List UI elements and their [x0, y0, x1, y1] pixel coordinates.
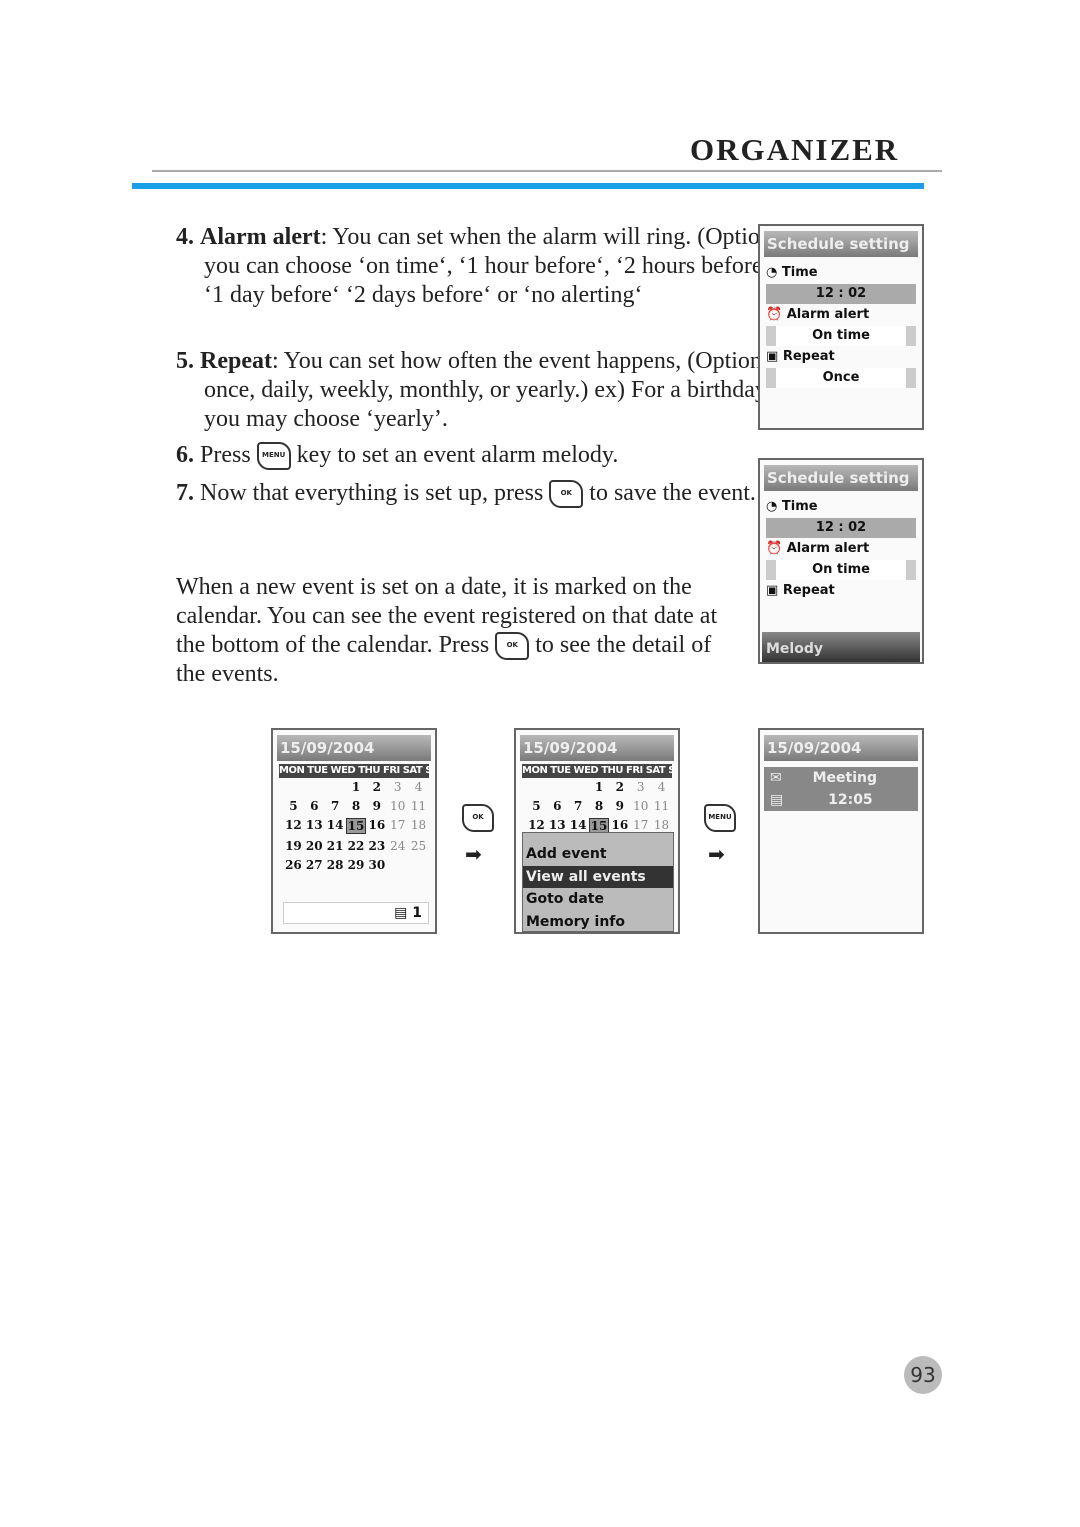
calendar-day[interactable]: 6: [304, 799, 325, 813]
empty-day: [547, 780, 568, 794]
calendar-day[interactable]: 19: [283, 839, 304, 853]
menu-item-memory-info[interactable]: Memory info: [523, 911, 673, 933]
schedule-setting-screen: Schedule setting ◔ Time 12 : 02 ⏰ Alarm …: [758, 224, 924, 430]
repeat-label: ▣ Repeat: [766, 349, 835, 364]
calendar-day[interactable]: 2: [609, 780, 630, 794]
calendar-day[interactable]: 16: [366, 818, 387, 834]
calendar-day[interactable]: 17: [387, 818, 408, 834]
time-label: ◔ Time: [766, 499, 818, 514]
schedule-setting-screen-melody: Schedule setting ◔ Time 12 : 02 ⏰ Alarm …: [758, 458, 924, 664]
melody-option[interactable]: Melody: [762, 632, 920, 662]
calendar-day[interactable]: 15: [345, 818, 367, 834]
alarm-label: ⏰ Alarm alert: [766, 541, 870, 556]
calendar-day[interactable]: 8: [346, 799, 367, 813]
calendar-screen: 15/09/2004 MON TUE WED THU FRI SAT SUN 1…: [271, 728, 437, 934]
weekday-header: MON TUE WED THU FRI SAT SUN: [279, 764, 429, 778]
calendar-day[interactable]: 6: [547, 799, 568, 813]
step-6: 6. Press MENU key to set an event alarm …: [176, 441, 784, 471]
empty-day: [304, 780, 325, 794]
calendar-day[interactable]: 5: [283, 799, 304, 813]
ok-key-icon: OK: [549, 480, 584, 509]
calendar-day[interactable]: 1: [589, 780, 610, 794]
arrow-right-icon: ➡: [708, 842, 725, 866]
screen-title: Schedule setting: [764, 231, 918, 257]
event-list-screen: 15/09/2004 ✉ Meeting ▤ 12:05: [758, 728, 924, 934]
calendar-day[interactable]: 10: [630, 799, 651, 813]
calendar-day[interactable]: 7: [325, 799, 346, 813]
calendar-day[interactable]: 29: [346, 858, 367, 872]
calendar-day[interactable]: 8: [589, 799, 610, 813]
calendar-day[interactable]: 10: [387, 799, 408, 813]
calendar-day[interactable]: 21: [325, 839, 346, 853]
calendar-day[interactable]: 27: [304, 858, 325, 872]
empty-day: [526, 780, 547, 794]
screen-title: Schedule setting: [764, 465, 918, 491]
calendar-day[interactable]: 9: [366, 799, 387, 813]
calendar-day[interactable]: 14: [325, 818, 346, 834]
calendar-day[interactable]: 7: [568, 799, 589, 813]
alarm-selector[interactable]: On time: [766, 560, 916, 580]
calendar-day[interactable]: 5: [526, 799, 547, 813]
accent-bar: [132, 183, 924, 189]
calendar-grid: 1234567891011121314151617181920212223242…: [283, 780, 429, 872]
empty-day: [568, 780, 589, 794]
repeat-selector[interactable]: Once: [766, 368, 916, 388]
step-7: 7. Now that everything is set up, press …: [176, 479, 764, 509]
event-item[interactable]: ✉ Meeting ▤ 12:05: [764, 767, 918, 811]
calendar-day[interactable]: 23: [366, 839, 387, 853]
alarm-label: ⏰ Alarm alert: [766, 307, 870, 322]
calendar-paragraph: When a new event is set on a date, it is…: [176, 574, 718, 688]
calendar-day[interactable]: 24: [387, 839, 408, 853]
calendar-day[interactable]: 22: [346, 839, 367, 853]
divider: [152, 170, 942, 172]
options-menu: Add event View all events Goto date Memo…: [522, 832, 674, 932]
menu-item-goto-date[interactable]: Goto date: [523, 888, 673, 911]
calendar-day[interactable]: 20: [304, 839, 325, 853]
calendar-day[interactable]: 4: [651, 780, 672, 794]
calendar-day[interactable]: 4: [408, 780, 429, 794]
calendar-date: 15/09/2004: [520, 735, 674, 761]
calendar-day[interactable]: 13: [304, 818, 325, 834]
menu-key-icon: MENU: [256, 442, 291, 471]
empty-day: [283, 780, 304, 794]
calendar-menu-screen: 15/09/2004 MON TUE WED THU FRI SAT SUN 1…: [514, 728, 680, 934]
empty-day: [325, 780, 346, 794]
page-number: 93: [904, 1356, 942, 1394]
calendar-day[interactable]: 12: [283, 818, 304, 834]
section-title: ORGANIZER: [690, 132, 900, 167]
calendar-day[interactable]: 3: [630, 780, 651, 794]
calendar-day[interactable]: 25: [408, 839, 429, 853]
calendar-date: 15/09/2004: [764, 735, 918, 761]
event-count-bar: ▤ 1: [283, 902, 429, 924]
menu-item-add-event[interactable]: Add event: [523, 843, 673, 866]
repeat-label: ▣ Repeat: [766, 583, 835, 598]
calendar-date: 15/09/2004: [277, 735, 431, 761]
weekday-header: MON TUE WED THU FRI SAT SUN: [522, 764, 672, 778]
ok-key-icon: OK: [462, 804, 494, 832]
arrow-right-icon: ➡: [465, 842, 482, 866]
calendar-day[interactable]: 11: [408, 799, 429, 813]
manual-page: ORGANIZER 4. Alarm alert: You can set wh…: [0, 0, 1080, 1527]
calendar-day[interactable]: 30: [366, 858, 387, 872]
calendar-day[interactable]: 3: [387, 780, 408, 794]
calendar-day[interactable]: 18: [408, 818, 429, 834]
time-field[interactable]: 12 : 02: [766, 284, 916, 304]
alarm-selector[interactable]: On time: [766, 326, 916, 346]
ok-key-icon: OK: [495, 632, 530, 661]
calendar-day[interactable]: 2: [366, 780, 387, 794]
step-5: 5. Repeat: You can set how often the eve…: [176, 348, 772, 432]
time-field[interactable]: 12 : 02: [766, 518, 916, 538]
menu-key-icon: MENU: [704, 804, 736, 832]
step-4: 4. Alarm alert: You can set when the ala…: [176, 224, 779, 308]
calendar-day[interactable]: 28: [325, 858, 346, 872]
time-label: ◔ Time: [766, 265, 818, 280]
calendar-day[interactable]: 1: [346, 780, 367, 794]
calendar-day[interactable]: 26: [283, 858, 304, 872]
calendar-day[interactable]: 9: [609, 799, 630, 813]
menu-item-view-all-events[interactable]: View all events: [523, 865, 673, 888]
calendar-day[interactable]: 11: [651, 799, 672, 813]
